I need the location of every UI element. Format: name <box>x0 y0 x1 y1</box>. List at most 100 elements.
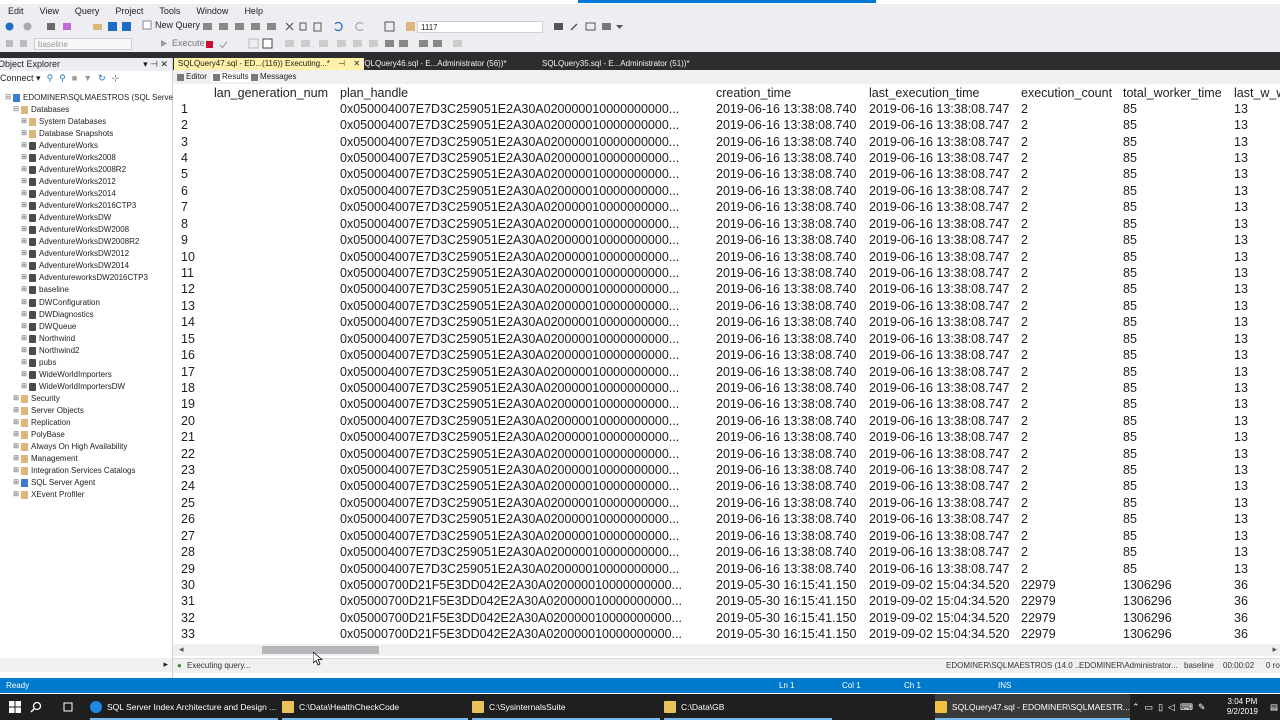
plan-handle-cell[interactable]: 0x050004007E7D3C259051E2A30A020000010000… <box>340 331 712 347</box>
tree-node[interactable]: ⊞ DWDiagnostics <box>20 309 94 321</box>
plan-handle-cell[interactable]: 0x050004007E7D3C259051E2A30A020000010000… <box>340 249 712 265</box>
network-icon[interactable]: ▭ <box>1145 694 1154 720</box>
total-worker-time-cell[interactable]: 85 <box>1123 380 1230 396</box>
table-row[interactable]: 8 0x050004007E7D3C259051E2A30A02000001000… <box>173 216 1280 232</box>
refresh-icon[interactable]: ↻ <box>98 72 106 85</box>
plan-handle-cell[interactable]: 0x050004007E7D3C259051E2A30A020000010000… <box>340 478 712 494</box>
tree-node[interactable]: ⊞ DWQueue <box>20 321 76 333</box>
row-number[interactable]: 25 <box>181 495 210 511</box>
last-worker-time-cell[interactable]: 13 <box>1234 462 1248 478</box>
tree-node[interactable]: ⊞ AdventureWorksDW2014 <box>20 260 129 272</box>
row-number[interactable]: 13 <box>181 298 210 314</box>
last-execution-time-cell[interactable]: 2019-06-16 13:38:08.747 <box>869 347 1017 363</box>
table-row[interactable]: 2 0x050004007E7D3C259051E2A30A02000001000… <box>173 117 1280 133</box>
table-row[interactable]: 1 0x050004007E7D3C259051E2A30A02000001000… <box>173 101 1280 117</box>
row-number[interactable]: 32 <box>181 610 210 626</box>
last-execution-time-cell[interactable]: 2019-09-02 15:04:34.520 <box>869 593 1017 609</box>
table-row[interactable]: 6 0x050004007E7D3C259051E2A30A02000001000… <box>173 183 1280 199</box>
execution-count-cell[interactable]: 2 <box>1021 166 1119 182</box>
results-to-file-icon[interactable] <box>300 38 311 49</box>
clock[interactable]: 3:04 PM 9/2/2019 <box>1227 697 1258 717</box>
plan-handle-cell[interactable]: 0x050004007E7D3C259051E2A30A020000010000… <box>340 265 712 281</box>
plan-generation-num-cell[interactable] <box>214 134 336 150</box>
stop-icon[interactable]: ■ <box>72 72 77 85</box>
last-worker-time-cell[interactable]: 36 <box>1234 610 1248 626</box>
plan-handle-cell[interactable]: 0x050004007E7D3C259051E2A30A020000010000… <box>340 166 712 182</box>
plan-generation-num-cell[interactable] <box>214 511 336 527</box>
last-worker-time-cell[interactable]: 13 <box>1234 478 1248 494</box>
expand-icon[interactable]: ⊞ <box>12 477 20 489</box>
column-header-creation-time[interactable]: creation_time <box>716 85 791 101</box>
last-worker-time-cell[interactable]: 13 <box>1234 528 1248 544</box>
tab-editor[interactable]: Editor <box>175 72 209 82</box>
plan-handle-cell[interactable]: 0x050004007E7D3C259051E2A30A020000010000… <box>340 134 712 150</box>
last-execution-time-cell[interactable]: 2019-06-16 13:38:08.747 <box>869 528 1017 544</box>
total-worker-time-cell[interactable]: 85 <box>1123 446 1230 462</box>
disconnect-icon[interactable] <box>18 38 29 49</box>
last-worker-time-cell[interactable]: 13 <box>1234 347 1248 363</box>
last-execution-time-cell[interactable]: 2019-09-02 15:04:34.520 <box>869 626 1017 642</box>
database-combo[interactable]: baseline <box>34 38 132 50</box>
plan-handle-cell[interactable]: 0x050004007E7D3C259051E2A30A020000010000… <box>340 150 712 166</box>
tree-node[interactable]: ⊟ EDOMINER\SQLMAESTROS (SQL Server 14.0 <box>4 92 193 104</box>
last-execution-time-cell[interactable]: 2019-06-16 13:38:08.747 <box>869 199 1017 215</box>
last-execution-time-cell[interactable]: 2019-06-16 13:38:08.747 <box>869 429 1017 445</box>
row-number[interactable]: 21 <box>181 429 210 445</box>
navigate-icon[interactable] <box>384 21 395 32</box>
tab-sqlquery35[interactable]: SQLQuery35.sql - E...Administrator (51))… <box>538 58 694 70</box>
tree-node[interactable]: ⊞ System Databases <box>20 116 106 128</box>
last-worker-time-cell[interactable]: 13 <box>1234 413 1248 429</box>
cancel-execution-icon[interactable] <box>204 39 215 50</box>
row-number[interactable]: 4 <box>181 150 210 166</box>
last-execution-time-cell[interactable]: 2019-06-16 13:38:08.747 <box>869 216 1017 232</box>
execution-count-cell[interactable]: 2 <box>1021 314 1119 330</box>
add-item-icon[interactable] <box>62 21 73 32</box>
plan-handle-cell[interactable]: 0x05000700D21F5E3DD042E2A30A020000010000… <box>340 593 712 609</box>
total-worker-time-cell[interactable]: 85 <box>1123 166 1230 182</box>
tree-node[interactable]: ⊞ AdventureWorks2016CTP3 <box>20 200 136 212</box>
plan-generation-num-cell[interactable] <box>214 478 336 494</box>
creation-time-cell[interactable]: 2019-06-16 13:38:08.740 <box>716 446 865 462</box>
table-row[interactable]: 28 0x050004007E7D3C259051E2A30A0200000100… <box>173 544 1280 560</box>
plan-generation-num-cell[interactable] <box>214 314 336 330</box>
mdx-icon[interactable] <box>218 21 229 32</box>
total-worker-time-cell[interactable]: 85 <box>1123 216 1230 232</box>
creation-time-cell[interactable]: 2019-05-30 16:15:41.150 <box>716 626 865 642</box>
scroll-left-icon[interactable]: ◂ <box>179 644 184 655</box>
creation-time-cell[interactable]: 2019-06-16 13:38:08.740 <box>716 150 865 166</box>
table-row[interactable]: 16 0x050004007E7D3C259051E2A30A0200000100… <box>173 347 1280 363</box>
expand-icon[interactable]: ⊞ <box>20 200 28 212</box>
table-row[interactable]: 30 0x05000700D21F5E3DD042E2A30A0200000100… <box>173 577 1280 593</box>
last-worker-time-cell[interactable]: 13 <box>1234 150 1248 166</box>
last-execution-time-cell[interactable]: 2019-06-16 13:38:08.747 <box>869 544 1017 560</box>
total-worker-time-cell[interactable]: 85 <box>1123 413 1230 429</box>
last-worker-time-cell[interactable]: 36 <box>1234 593 1248 609</box>
execution-count-cell[interactable]: 2 <box>1021 429 1119 445</box>
last-worker-time-cell[interactable]: 13 <box>1234 216 1248 232</box>
creation-time-cell[interactable]: 2019-06-16 13:38:08.740 <box>716 331 865 347</box>
execution-count-cell[interactable]: 2 <box>1021 544 1119 560</box>
last-worker-time-cell[interactable]: 13 <box>1234 249 1248 265</box>
tab-sqlquery47[interactable]: SQLQuery47.sql - ED...(116)) Executing..… <box>174 58 365 70</box>
table-row[interactable]: 13 0x050004007E7D3C259051E2A30A0200000100… <box>173 298 1280 314</box>
execution-count-cell[interactable]: 2 <box>1021 331 1119 347</box>
battery-icon[interactable]: ▯ <box>1158 694 1163 720</box>
expand-icon[interactable]: ⊞ <box>20 284 28 296</box>
creation-time-cell[interactable]: 2019-06-16 13:38:08.740 <box>716 380 865 396</box>
execution-count-cell[interactable]: 2 <box>1021 232 1119 248</box>
execution-count-cell[interactable]: 2 <box>1021 561 1119 577</box>
creation-time-cell[interactable]: 2019-06-16 13:38:08.740 <box>716 117 865 133</box>
last-worker-time-cell[interactable]: 13 <box>1234 331 1248 347</box>
scroll-right-icon[interactable]: ▸ <box>1272 644 1277 655</box>
creation-time-cell[interactable]: 2019-06-16 13:38:08.740 <box>716 232 865 248</box>
column-header-last-worker-time[interactable]: last_w_w <box>1234 85 1280 101</box>
last-execution-time-cell[interactable]: 2019-06-16 13:38:08.747 <box>869 281 1017 297</box>
creation-time-cell[interactable]: 2019-05-30 16:15:41.150 <box>716 593 865 609</box>
tree-node[interactable]: ⊞ PolyBase <box>12 429 65 441</box>
execution-count-cell[interactable]: 2 <box>1021 446 1119 462</box>
last-worker-time-cell[interactable]: 13 <box>1234 314 1248 330</box>
plan-generation-num-cell[interactable] <box>214 528 336 544</box>
table-row[interactable]: 26 0x050004007E7D3C259051E2A30A0200000100… <box>173 511 1280 527</box>
comment-icon[interactable] <box>352 38 363 49</box>
forward-icon[interactable] <box>22 21 33 32</box>
